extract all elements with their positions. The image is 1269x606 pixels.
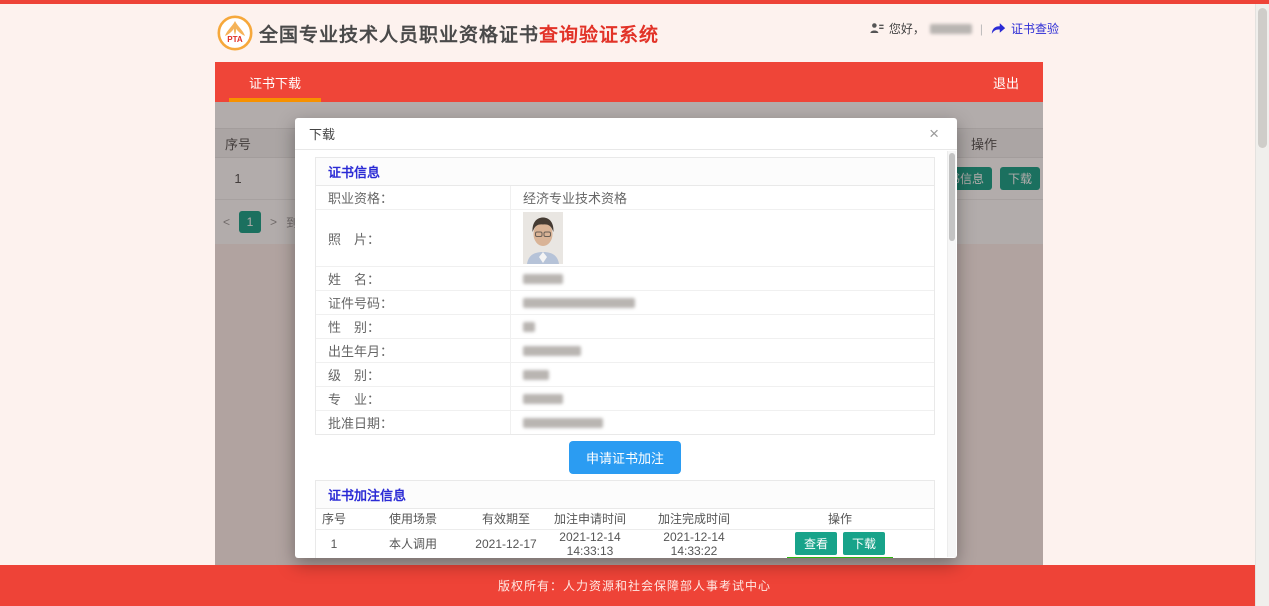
expired-status-badge: 加注件已过期 [787, 557, 893, 558]
site-title-accent: 查询验证系统 [539, 20, 659, 47]
field-label: 批准日期： [316, 411, 511, 434]
browser-scrollbar[interactable] [1255, 4, 1269, 606]
cert-verify-link[interactable]: 证书查验 [1011, 20, 1059, 37]
field-value-redacted [511, 387, 934, 410]
dialog-scrollbar-thumb[interactable] [949, 153, 955, 241]
scrollbar-thumb[interactable] [1258, 8, 1267, 148]
col-applied-at: 加注申请时间 [538, 509, 642, 529]
col-scene: 使用场景 [352, 509, 474, 529]
share-arrow-icon [991, 22, 1006, 35]
dialog-header: 下载 × [295, 118, 957, 150]
field-label: 照 片： [316, 210, 511, 266]
dialog-title: 下载 [309, 124, 335, 143]
site-header: PTA 全国专业技术人员职业资格证书查询验证系统 您好， | 证书查验 [215, 4, 1043, 62]
apply-row: 申请证书加注 [315, 441, 935, 474]
copyright-text: 版权所有：人力资源和社会保障部人事考试中心 [498, 577, 771, 594]
cell-valid-until: 2021-12-17 [474, 529, 538, 558]
annotation-header-row: 序号 使用场景 有效期至 加注申请时间 加注完成时间 操作 [316, 509, 934, 529]
dialog-body: 证书信息 职业资格： 经济专业技术资格 照 片： [295, 151, 947, 558]
cert-info-section: 证书信息 职业资格： 经济专业技术资格 照 片： [315, 157, 935, 435]
field-label: 专 业： [316, 387, 511, 410]
col-completed-at: 加注完成时间 [642, 509, 746, 529]
info-row-photo: 照 片： [316, 210, 934, 267]
annotation-table: 序号 使用场景 有效期至 加注申请时间 加注完成时间 操作 1 本人调用 202… [316, 509, 934, 558]
field-label: 出生年月： [316, 339, 511, 362]
greeting-text: 您好， [889, 20, 925, 37]
field-label: 级 别： [316, 363, 511, 386]
col-action: 操作 [746, 509, 934, 529]
field-value-redacted [511, 411, 934, 434]
tab-cert-download[interactable]: 证书下载 [229, 62, 321, 102]
annotation-section-title: 证书加注信息 [316, 481, 934, 509]
main-nav: 证书下载 退出 [215, 62, 1043, 102]
close-icon[interactable]: × [929, 125, 939, 142]
cell-applied-at: 2021-12-14 14:33:13 [538, 529, 642, 558]
field-value-redacted [511, 339, 934, 362]
header-divider: | [980, 22, 983, 36]
cell-completed-at: 2021-12-14 14:33:22 [642, 529, 746, 558]
page-footer: 版权所有：人力资源和社会保障部人事考试中心 [0, 565, 1269, 606]
field-value: 经济专业技术资格 [511, 186, 934, 209]
info-row-name: 姓 名： [316, 267, 934, 291]
cell-actions: 查看 下载 [746, 529, 934, 558]
tab-cert-download-label: 证书下载 [249, 73, 301, 92]
svg-text:PTA: PTA [227, 35, 243, 44]
info-row-major: 专 业： [316, 387, 934, 411]
field-label: 姓 名： [316, 267, 511, 290]
cell-seq: 1 [316, 529, 352, 558]
top-accent-bar [0, 0, 1269, 4]
annotation-section: 证书加注信息 序号 使用场景 有效期至 加注申请时间 加注完成时间 操作 1 [315, 480, 935, 558]
info-row-qualification: 职业资格： 经济专业技术资格 [316, 186, 934, 210]
info-row-id-number: 证件号码： [316, 291, 934, 315]
col-seq: 序号 [316, 509, 352, 529]
logout-button[interactable]: 退出 [993, 73, 1019, 92]
info-row-birth: 出生年月： [316, 339, 934, 363]
download-dialog: 下载 × 证书信息 职业资格： 经济专业技术资格 照 片： [295, 118, 957, 558]
field-value [511, 210, 934, 266]
field-label: 性 别： [316, 315, 511, 338]
user-icon [870, 22, 884, 36]
field-value-redacted [511, 363, 934, 386]
download-button[interactable]: 下载 [843, 532, 885, 555]
col-valid-until: 有效期至 [474, 509, 538, 529]
field-label: 职业资格： [316, 186, 511, 209]
field-value-redacted [511, 267, 934, 290]
field-value-redacted [511, 315, 934, 338]
info-row-level: 级 别： [316, 363, 934, 387]
annotation-row: 1 本人调用 2021-12-17 2021-12-14 14:33:13 20… [316, 529, 934, 558]
cell-scene: 本人调用 [352, 529, 474, 558]
field-label: 证件号码： [316, 291, 511, 314]
apply-annotation-button[interactable]: 申请证书加注 [569, 441, 681, 474]
user-name-redacted [930, 24, 972, 34]
info-row-approval-date: 批准日期： [316, 411, 934, 434]
field-value-redacted [511, 291, 934, 314]
header-user-area: 您好， | 证书查验 [870, 20, 1059, 37]
site-title-main: 全国专业技术人员职业资格证书 [259, 20, 539, 47]
cert-info-section-title: 证书信息 [316, 158, 934, 186]
info-row-gender: 性 别： [316, 315, 934, 339]
certificate-photo [523, 212, 563, 264]
dialog-scrollbar[interactable] [947, 151, 956, 557]
brand: PTA 全国专业技术人员职业资格证书查询验证系统 [217, 15, 659, 51]
pta-logo-icon: PTA [217, 15, 253, 51]
view-button[interactable]: 查看 [795, 532, 837, 555]
